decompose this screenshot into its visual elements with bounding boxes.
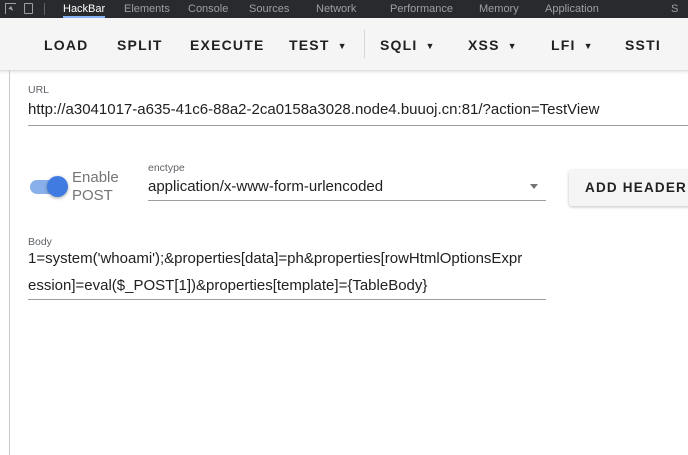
xss-menu-button[interactable]: XSS ▼ <box>468 18 518 70</box>
lfi-menu-button[interactable]: LFI ▼ <box>551 18 594 70</box>
url-input[interactable]: http://a3041017-a635-41c6-88a2-2ca0158a3… <box>28 101 599 118</box>
xss-label: XSS <box>468 37 500 53</box>
tab-network[interactable]: Network <box>316 0 356 18</box>
post-label: POST <box>72 187 113 204</box>
split-button[interactable]: SPLIT <box>117 18 163 70</box>
inspect-element-icon[interactable] <box>5 3 16 14</box>
enctype-select[interactable]: application/x-www-form-urlencoded <box>148 178 383 195</box>
execute-button[interactable]: EXECUTE <box>190 18 265 70</box>
tab-performance[interactable]: Performance <box>390 0 453 18</box>
test-label: TEST <box>289 37 330 53</box>
add-header-button[interactable]: ADD HEADER <box>569 170 688 206</box>
toolbar-divider <box>364 30 365 58</box>
body-underline <box>28 299 546 300</box>
tab-sources[interactable]: Sources <box>249 0 289 18</box>
url-label: URL <box>28 84 50 96</box>
body-label: Body <box>28 236 52 248</box>
dropdown-arrow-icon[interactable] <box>530 184 538 189</box>
devtools-tab-bar: HackBar Elements Console Sources Network… <box>0 0 688 18</box>
lfi-label: LFI <box>551 37 576 53</box>
tab-hackbar[interactable]: HackBar <box>63 0 106 18</box>
enable-post-label: Enable <box>72 169 119 186</box>
url-underline <box>28 125 688 126</box>
chevron-down-icon: ▼ <box>583 41 594 51</box>
chevron-down-icon: ▼ <box>425 41 436 51</box>
test-menu-button[interactable]: TEST ▼ <box>289 18 348 70</box>
device-toolbar-icon[interactable] <box>24 3 33 14</box>
tab-memory[interactable]: Memory <box>479 0 519 18</box>
sqli-label: SQLI <box>380 37 418 53</box>
ssti-label: SSTI <box>625 37 661 53</box>
body-textarea-line-1[interactable]: 1=system('whoami');&properties[data]=ph&… <box>28 250 522 267</box>
tab-overflow[interactable]: S <box>671 0 678 18</box>
enctype-label: enctype <box>148 162 185 174</box>
tab-elements[interactable]: Elements <box>124 0 170 18</box>
toggle-thumb[interactable] <box>47 176 68 197</box>
hackbar-toolbar: LOAD SPLIT EXECUTE TEST ▼ SQLI ▼ XSS ▼ LFI ▼… <box>0 18 688 71</box>
tab-console[interactable]: Console <box>188 0 228 18</box>
enctype-underline <box>148 200 546 201</box>
sqli-menu-button[interactable]: SQLI ▼ <box>380 18 436 70</box>
body-textarea-line-2[interactable]: ession]=eval($_POST[1])&properties[templ… <box>28 277 427 294</box>
panel-left-border <box>9 70 10 455</box>
chevron-down-icon: ▼ <box>337 41 348 51</box>
ssti-menu-button[interactable]: SSTI <box>625 18 661 70</box>
chevron-down-icon: ▼ <box>507 41 518 51</box>
load-button[interactable]: LOAD <box>44 18 88 70</box>
tab-application[interactable]: Application <box>545 0 599 18</box>
devtools-divider <box>44 3 45 15</box>
